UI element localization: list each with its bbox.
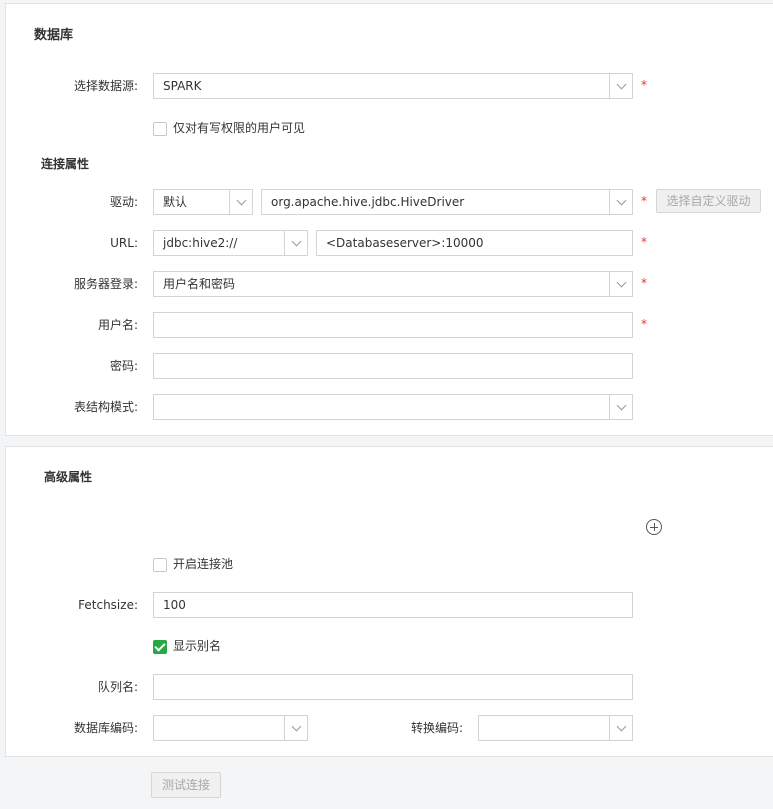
url-prefix-select[interactable]: jdbc:hive2://: [153, 230, 308, 256]
server-login-select[interactable]: 用户名和密码: [153, 271, 633, 297]
driver-class-select[interactable]: org.apache.hive.jdbc.HiveDriver: [261, 189, 633, 215]
datasource-value: SPARK: [163, 79, 202, 93]
show-alias-label: 显示别名: [173, 639, 222, 653]
write-only-visible-label: 仅对有写权限的用户可见: [173, 121, 306, 135]
fetchsize-label: Fetchsize:: [78, 598, 138, 612]
password-input[interactable]: [153, 353, 633, 379]
datasource-label: 选择数据源:: [73, 79, 138, 93]
driver-type-select[interactable]: 默认: [153, 189, 253, 215]
chevron-down-icon[interactable]: [229, 190, 252, 214]
chevron-down-icon[interactable]: [284, 716, 307, 740]
server-login-label: 服务器登录:: [73, 277, 138, 291]
show-alias-checkbox[interactable]: [153, 640, 167, 654]
convert-encoding-label: 转换编码:: [410, 721, 463, 735]
password-label: 密码:: [109, 359, 138, 373]
fetchsize-value: 100: [163, 598, 186, 612]
db-encoding-select[interactable]: [153, 715, 308, 741]
url-label: URL:: [110, 236, 138, 250]
schema-select[interactable]: [153, 394, 633, 420]
convert-encoding-select[interactable]: [478, 715, 633, 741]
test-connection-button[interactable]: 测试连接: [151, 772, 221, 798]
chevron-down-icon[interactable]: [284, 231, 307, 255]
required-marker: *: [641, 235, 647, 249]
driver-label: 驱动:: [109, 195, 138, 209]
url-prefix-value: jdbc:hive2://: [163, 236, 238, 250]
required-marker: *: [641, 78, 647, 92]
required-marker: *: [641, 194, 647, 208]
chevron-down-icon[interactable]: [609, 716, 632, 740]
connection-pool-checkbox[interactable]: [153, 558, 167, 572]
panel-title-database: 数据库: [34, 28, 74, 43]
add-property-icon[interactable]: [646, 519, 662, 535]
db-encoding-label: 数据库编码:: [73, 721, 138, 735]
schema-label: 表结构模式:: [73, 400, 138, 414]
chevron-down-icon[interactable]: [609, 395, 632, 419]
database-panel: 数据库 选择数据源: SPARK * 仅对有写权限的用户可见 连接属性 驱动: …: [5, 3, 773, 436]
driver-type-value: 默认: [163, 195, 188, 209]
fetchsize-input[interactable]: 100: [153, 592, 633, 618]
queue-name-input[interactable]: [153, 674, 633, 700]
connection-properties-title: 连接属性: [41, 157, 90, 171]
required-marker: *: [641, 276, 647, 290]
driver-class-value: org.apache.hive.jdbc.HiveDriver: [271, 195, 465, 209]
write-only-visible-checkbox[interactable]: [153, 122, 167, 136]
username-input[interactable]: [153, 312, 633, 338]
connection-pool-label: 开启连接池: [173, 557, 234, 571]
queue-name-label: 队列名:: [97, 680, 138, 694]
chevron-down-icon[interactable]: [609, 272, 632, 296]
custom-driver-button[interactable]: 选择自定义驱动: [656, 189, 761, 213]
datasource-select[interactable]: SPARK: [153, 73, 633, 99]
chevron-down-icon[interactable]: [609, 190, 632, 214]
required-marker: *: [641, 317, 647, 331]
advanced-panel: 高级属性 开启连接池 Fetchsize: 100 显示别名 队列名: 数据库编…: [5, 446, 773, 757]
chevron-down-icon[interactable]: [609, 74, 632, 98]
username-label: 用户名:: [97, 318, 138, 332]
url-value: <Databaseserver>:10000: [326, 236, 484, 250]
panel-title-advanced: 高级属性: [44, 470, 93, 484]
url-input[interactable]: <Databaseserver>:10000: [316, 230, 633, 256]
server-login-value: 用户名和密码: [163, 277, 236, 291]
